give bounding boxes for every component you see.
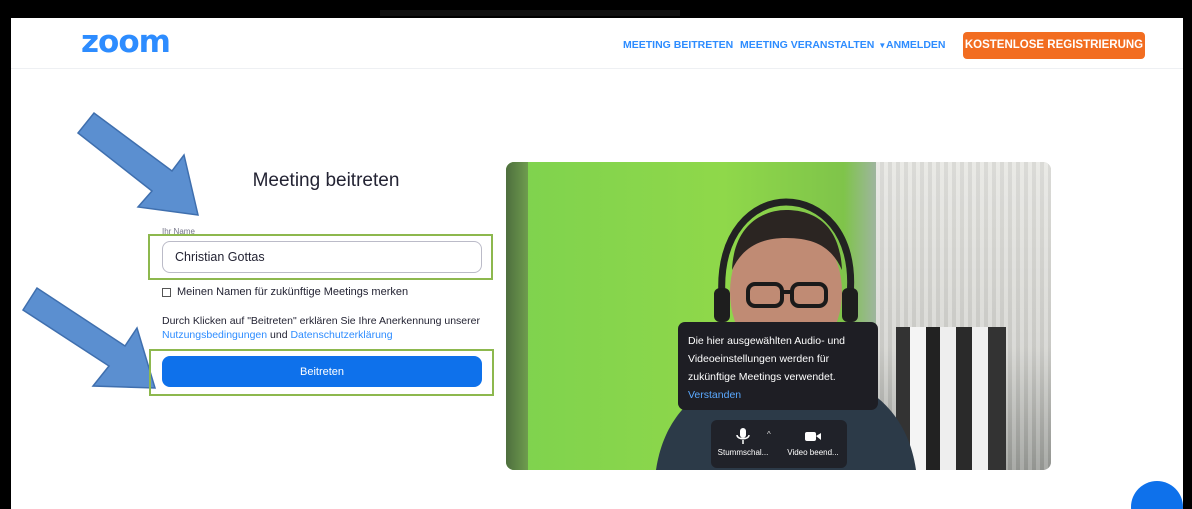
preview-controls: Stummschal... ^ Video beend... xyxy=(711,420,847,468)
screen-edge-bar xyxy=(380,10,680,16)
arrow-annotation-icon xyxy=(21,286,157,389)
nav-host-label: MEETING VERANSTALTEN xyxy=(740,39,875,51)
terms-of-service-link[interactable]: Nutzungsbedingungen xyxy=(162,329,267,341)
video-camera-icon xyxy=(805,432,821,441)
nav-join-meeting[interactable]: MEETING BEITRETEN xyxy=(623,39,733,51)
tooltip-dismiss-link[interactable]: Verstanden xyxy=(688,389,741,401)
privacy-policy-link[interactable]: Datenschutzerklärung xyxy=(290,329,392,341)
register-button[interactable]: KOSTENLOSE REGISTRIERUNG xyxy=(963,32,1145,59)
nav-sign-in[interactable]: ANMELDEN xyxy=(886,39,946,51)
arrow-annotation-icon xyxy=(76,111,199,216)
remember-name-checkbox-row[interactable]: Meinen Namen für zukünftige Meetings mer… xyxy=(162,286,408,298)
remember-name-checkbox[interactable] xyxy=(162,287,171,297)
preview-background-door xyxy=(506,162,528,470)
tooltip-text: Die hier ausgewählten Audio- und Videoei… xyxy=(688,335,846,383)
join-button[interactable]: Beitreten xyxy=(162,356,482,387)
terms-and-text: und xyxy=(270,329,288,341)
remember-name-label: Meinen Namen für zukünftige Meetings mer… xyxy=(177,286,409,298)
mute-button[interactable]: Stummschal... xyxy=(711,428,775,457)
settings-tooltip: Die hier ausgewählten Audio- und Videoei… xyxy=(678,322,878,410)
zoom-logo[interactable]: zoom xyxy=(81,24,171,60)
mute-label: Stummschal... xyxy=(717,448,769,457)
video-preview: Die hier ausgewählten Audio- und Videoei… xyxy=(506,162,1051,470)
terms-notice: Durch Klicken auf "Beitreten" erklären S… xyxy=(162,314,502,342)
zoom-join-page: zoom MEETING BEITRETEN MEETING VERANSTAL… xyxy=(11,18,1183,509)
microphone-icon xyxy=(736,428,750,444)
name-input[interactable] xyxy=(162,241,482,273)
terms-text: Durch Klicken auf "Beitreten" erklären S… xyxy=(162,315,480,327)
chevron-up-icon[interactable]: ^ xyxy=(767,430,771,439)
top-navigation: zoom MEETING BEITRETEN MEETING VERANSTAL… xyxy=(11,18,1183,69)
page-title: Meeting beitreten xyxy=(252,170,400,191)
stop-video-button[interactable]: Video beend... xyxy=(779,428,847,457)
stop-video-label: Video beend... xyxy=(787,448,839,457)
chat-icon[interactable] xyxy=(1131,481,1183,509)
nav-host-meeting[interactable]: MEETING VERANSTALTEN ▼ xyxy=(740,39,886,51)
